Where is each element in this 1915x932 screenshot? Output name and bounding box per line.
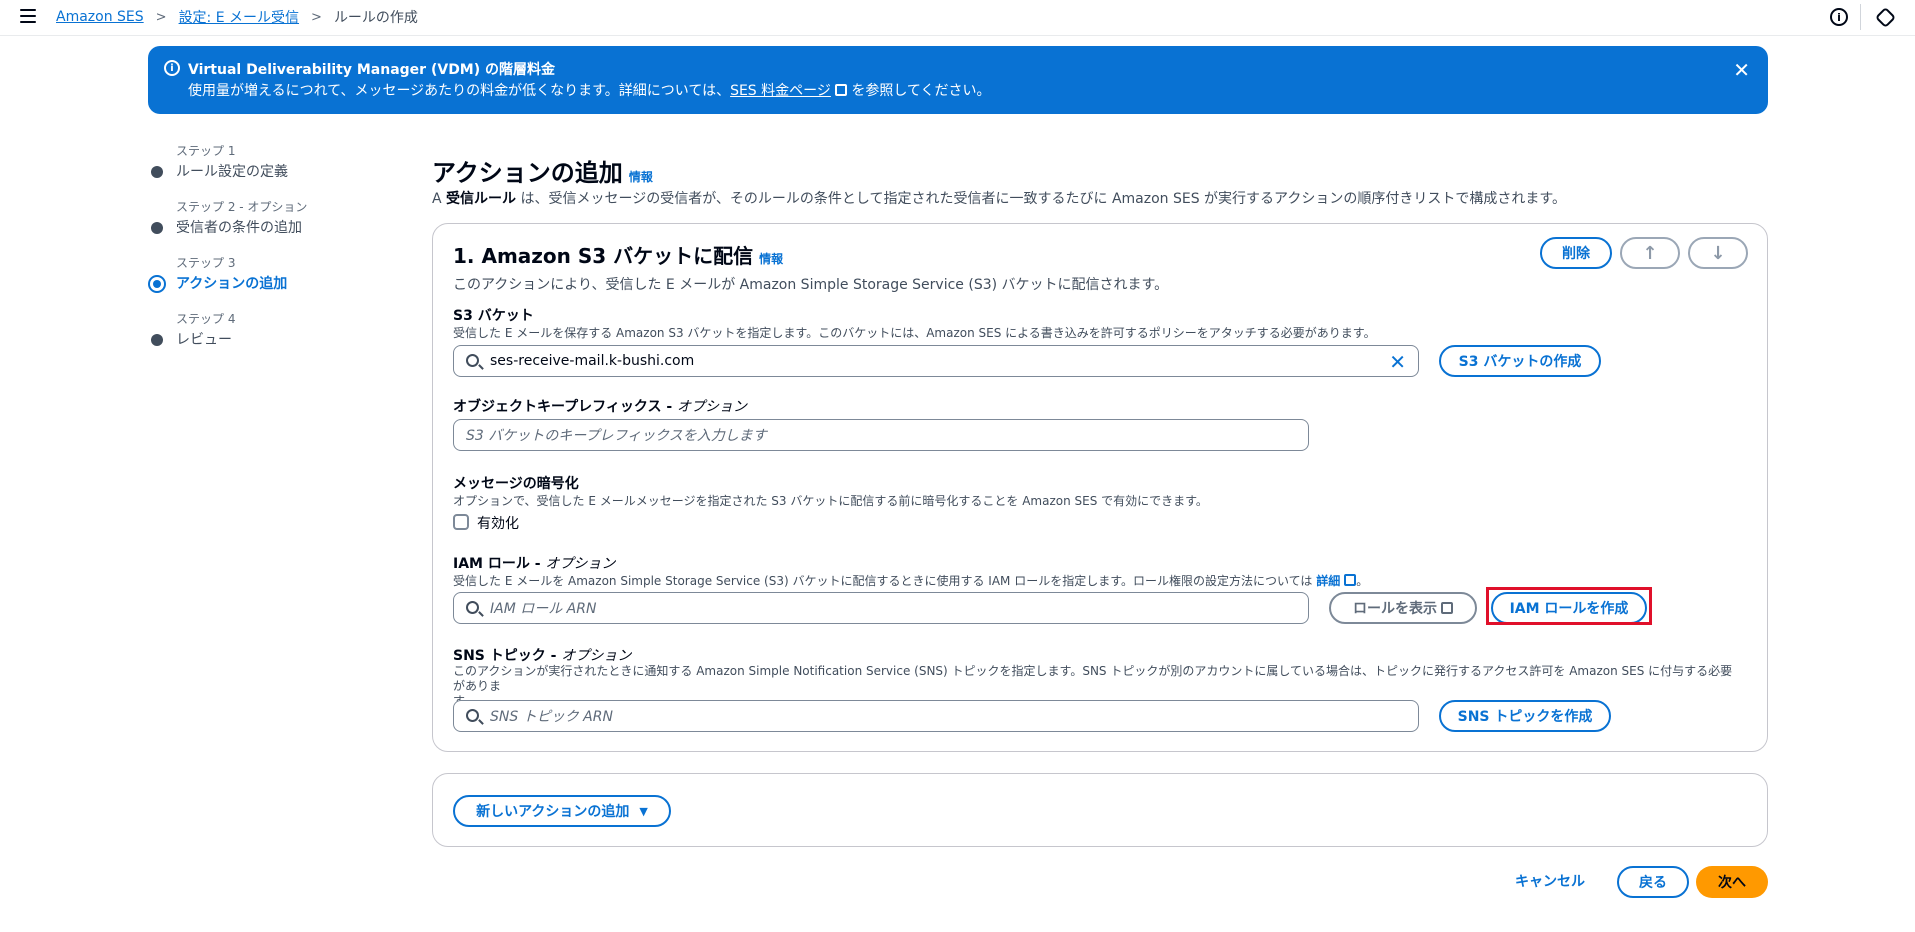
chevron-right-icon: > xyxy=(311,9,322,25)
label-text: SNS トピック xyxy=(453,648,546,664)
enable-encryption-checkbox[interactable] xyxy=(453,514,469,530)
step-number: ステップ 3 xyxy=(176,256,236,270)
close-icon[interactable]: ✕ xyxy=(1733,58,1750,82)
banner-body: 使用量が増えるにつれて、メッセージあたりの料金が低くなります。詳細については、S… xyxy=(188,80,991,100)
external-link-icon xyxy=(1344,574,1357,586)
step-label: 受信者の条件の追加 xyxy=(176,220,302,236)
next-button[interactable]: 次へ xyxy=(1696,866,1768,898)
step-dot-icon xyxy=(151,334,163,346)
settings-icon[interactable] xyxy=(1874,6,1897,29)
search-icon xyxy=(466,601,479,614)
enable-encryption-label: 有効化 xyxy=(477,516,519,532)
step-label: アクションの追加 xyxy=(176,276,288,292)
move-up-button: ↑ xyxy=(1620,237,1680,269)
placeholder: IAM ロール ARN xyxy=(490,601,597,617)
info-icon[interactable]: i xyxy=(1830,8,1848,26)
top-navigation: Amazon SES > 設定: E メール受信 > ルールの作成 i xyxy=(0,0,1915,36)
label-text: オブジェクトキープレフィックス xyxy=(453,399,662,415)
breadcrumb: Amazon SES > 設定: E メール受信 > ルールの作成 xyxy=(56,7,418,27)
s3-bucket-input[interactable]: ses-receive-mail.k-bushi.com ✕ xyxy=(453,345,1419,377)
breadcrumb-current: ルールの作成 xyxy=(333,10,418,26)
s3-bucket-label: S3 バケット xyxy=(453,308,534,324)
placeholder: SNS トピック ARN xyxy=(490,709,613,725)
cancel-button[interactable]: キャンセル xyxy=(1515,871,1585,891)
step-label: ルール設定の定義 xyxy=(176,164,288,180)
step-number: ステップ 2 - オプション xyxy=(176,200,308,214)
wizard-steps: ステップ 1 ルール設定の定義 ステップ 2 - オプション 受信者の条件の追加… xyxy=(148,142,388,366)
breadcrumb-email-receiving[interactable]: 設定: E メール受信 xyxy=(179,7,299,27)
step-label: レビュー xyxy=(176,332,232,348)
label-text: IAM ロール xyxy=(453,556,530,572)
info-icon: i xyxy=(164,60,180,76)
chevron-right-icon: > xyxy=(155,9,167,25)
iam-role-description: 受信した E メールを Amazon Simple Storage Servic… xyxy=(453,574,1369,588)
banner-text: を参照してください。 xyxy=(846,83,991,99)
object-key-prefix-input[interactable]: S3 バケットのキープレフィックスを入力します xyxy=(453,419,1309,451)
menu-icon[interactable] xyxy=(20,9,36,23)
encryption-label: メッセージの暗号化 xyxy=(453,476,579,492)
step-dot-icon xyxy=(151,166,163,178)
step-1[interactable]: ステップ 1 ルール設定の定義 xyxy=(148,142,388,198)
iam-role-label: IAM ロール - オプション xyxy=(453,556,616,572)
info-link[interactable]: 情報 xyxy=(629,170,653,184)
sns-topic-input[interactable]: SNS トピック ARN xyxy=(453,700,1419,732)
step-2[interactable]: ステップ 2 - オプション 受信者の条件の追加 xyxy=(148,198,388,254)
ses-pricing-link[interactable]: SES 料金ページ xyxy=(730,83,831,99)
add-action-card: 新しいアクションの追加 ▼ xyxy=(432,773,1768,847)
external-link-icon xyxy=(834,84,847,96)
object-key-prefix-label: オブジェクトキープレフィックス - オプション xyxy=(453,399,748,415)
banner-text: 使用量が増えるにつれて、メッセージあたりの料金が低くなります。詳細については、 xyxy=(188,83,731,99)
add-action-text: 新しいアクションの追加 xyxy=(476,804,630,820)
view-role-text: ロールを表示 xyxy=(1353,601,1437,617)
action-title: 1. Amazon S3 バケットに配信 情報 xyxy=(453,240,783,269)
encryption-description: オプションで、受信した E メールメッセージを指定された S3 バケットに配信す… xyxy=(453,494,1208,508)
step-dot-icon xyxy=(151,222,163,234)
page-title-text: アクションの追加 xyxy=(432,159,623,187)
step-3: ステップ 3 アクションの追加 xyxy=(148,254,388,310)
step-4: ステップ 4 レビュー xyxy=(148,310,388,366)
desc-text: 受信した E メールを Amazon Simple Storage Servic… xyxy=(453,574,1317,588)
external-link-icon xyxy=(1441,602,1453,614)
highlight-box xyxy=(1486,587,1652,625)
search-icon xyxy=(466,709,479,722)
add-new-action-button[interactable]: 新しいアクションの追加 ▼ xyxy=(453,795,671,827)
learn-more-link[interactable]: 詳細 xyxy=(1316,574,1340,588)
back-button[interactable]: 戻る xyxy=(1617,866,1689,898)
s3-bucket-value: ses-receive-mail.k-bushi.com xyxy=(490,353,695,369)
breadcrumb-amazon-ses[interactable]: Amazon SES xyxy=(56,9,144,25)
desc-text: は、受信メッセージの受信者が、そのルールの条件として指定された受信者に一致するた… xyxy=(516,191,1566,207)
s3-bucket-description: 受信した E メールを保存する Amazon S3 バケットを指定します。このバ… xyxy=(453,326,1376,340)
move-down-button: ↓ xyxy=(1688,237,1748,269)
delete-button[interactable]: 削除 xyxy=(1540,237,1612,269)
s3-action-card: 1. Amazon S3 バケットに配信 情報 このアクションにより、受信した E… xyxy=(432,223,1768,752)
step-number: ステップ 1 xyxy=(176,144,236,158)
action-title-text: 1. Amazon S3 バケットに配信 xyxy=(453,244,754,268)
create-s3-bucket-button[interactable]: S3 バケットの作成 xyxy=(1439,345,1601,377)
vdm-pricing-banner: i Virtual Deliverability Manager (VDM) の… xyxy=(148,46,1768,114)
step-number: ステップ 4 xyxy=(176,312,236,326)
optional-text: オプション xyxy=(561,648,632,664)
caret-down-icon: ▼ xyxy=(639,804,648,818)
optional-text: オプション xyxy=(677,399,748,415)
step-active-dot-icon xyxy=(148,275,166,293)
view-role-button[interactable]: ロールを表示 xyxy=(1329,592,1477,624)
create-sns-topic-button[interactable]: SNS トピックを作成 xyxy=(1439,700,1611,732)
clear-icon[interactable]: ✕ xyxy=(1389,350,1406,374)
divider xyxy=(1860,4,1861,30)
desc-text: このアクションが実行されたときに通知する Amazon Simple Notif… xyxy=(453,664,1733,693)
iam-role-input[interactable]: IAM ロール ARN xyxy=(453,592,1309,624)
sns-topic-label: SNS トピック - オプション xyxy=(453,648,632,664)
action-description: このアクションにより、受信した E メールが Amazon Simple Sto… xyxy=(453,277,1169,293)
desc-bold: 受信ルール xyxy=(446,191,517,207)
desc-text: A xyxy=(432,191,447,207)
page-title: アクションの追加 情報 xyxy=(432,153,653,188)
placeholder: S3 バケットのキープレフィックスを入力します xyxy=(466,428,767,444)
info-link[interactable]: 情報 xyxy=(759,252,783,266)
optional-text: オプション xyxy=(545,556,616,572)
page-description: A 受信ルール は、受信メッセージの受信者が、そのルールの条件として指定された受… xyxy=(432,188,1566,208)
search-icon xyxy=(466,354,479,367)
banner-title: Virtual Deliverability Manager (VDM) の階層… xyxy=(188,62,556,78)
